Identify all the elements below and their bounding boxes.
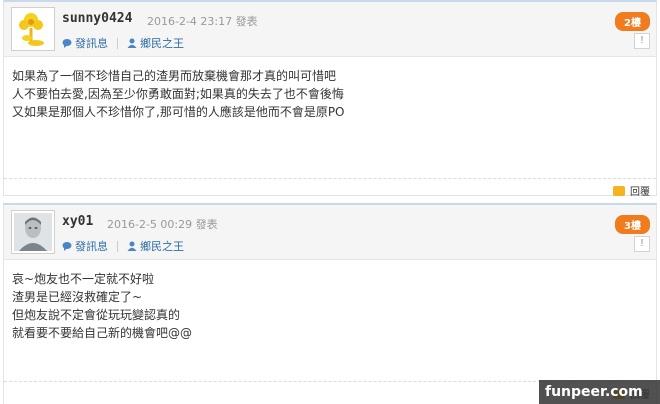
rank-link[interactable]: 鄉民之王 bbox=[127, 35, 184, 51]
send-message-link[interactable]: 發訊息 bbox=[62, 238, 108, 254]
post-date: 2016-2-4 23:17 發表 bbox=[147, 15, 258, 28]
reply-button[interactable]: 回覆 bbox=[613, 183, 650, 198]
content-line: 哀~炮友也不一定就不好啦 bbox=[12, 272, 155, 286]
reply-label: 回覆 bbox=[630, 187, 650, 198]
content-line: 人不要怕去愛,因為至少你勇敢面對;如果真的失去了也不會後悔 bbox=[12, 87, 344, 101]
rank-link[interactable]: 鄉民之王 bbox=[127, 238, 184, 254]
post-2: sunny0424 2016-2-4 23:17 發表 發訊息 鄉民之王 2樓 … bbox=[3, 0, 657, 198]
username[interactable]: sunny0424 bbox=[62, 11, 132, 26]
send-message-link[interactable]: 發訊息 bbox=[62, 35, 108, 51]
post-footer: 回覆 bbox=[4, 178, 656, 198]
yellow-flower-avatar-icon bbox=[14, 10, 52, 48]
watermark: funpeer.com bbox=[539, 380, 660, 404]
chat-bubble-icon bbox=[62, 242, 72, 251]
post-date: 2016-2-5 00:29 發表 bbox=[107, 218, 218, 231]
user-links: 發訊息 鄉民之王 bbox=[62, 35, 184, 51]
avatar[interactable] bbox=[11, 210, 55, 254]
content-line: 如果為了一個不珍惜自己的渣男而放棄機會那才真的叫可惜吧 bbox=[12, 69, 337, 83]
floor-badge: 3樓 bbox=[615, 215, 650, 234]
post-3: xy01 2016-2-5 00:29 發表 發訊息 鄉民之王 3樓 ! 哀~炮… bbox=[3, 203, 657, 404]
content-line: 就看要不要給自己新的機會吧@@ bbox=[12, 326, 193, 340]
rank-label: 鄉民之王 bbox=[140, 38, 184, 50]
report-button[interactable]: ! bbox=[634, 33, 650, 49]
send-message-label: 發訊息 bbox=[75, 241, 108, 253]
person-avatar-icon bbox=[14, 213, 52, 251]
post-content: 如果為了一個不珍惜自己的渣男而放棄機會那才真的叫可惜吧 人不要怕去愛,因為至少你… bbox=[12, 67, 345, 121]
divider bbox=[117, 37, 118, 49]
content-line: 又如果是那個人不珍惜你了,那可惜的人應該是他而不會是原PO bbox=[12, 105, 345, 119]
post-header: sunny0424 2016-2-4 23:17 發表 發訊息 鄉民之王 2樓 … bbox=[4, 2, 656, 57]
reply-icon bbox=[613, 185, 625, 196]
user-icon bbox=[127, 38, 137, 48]
divider bbox=[117, 240, 118, 252]
content-line: 渣男是已經沒救確定了~ bbox=[12, 290, 143, 304]
content-line: 但炮友說不定會從玩玩變認真的 bbox=[12, 308, 181, 322]
post-content: 哀~炮友也不一定就不好啦 渣男是已經沒救確定了~ 但炮友說不定會從玩玩變認真的 … bbox=[12, 270, 192, 342]
post-header: xy01 2016-2-5 00:29 發表 發訊息 鄉民之王 3樓 ! bbox=[4, 205, 656, 260]
user-icon bbox=[127, 241, 137, 251]
username[interactable]: xy01 bbox=[62, 214, 93, 229]
avatar[interactable] bbox=[11, 7, 55, 51]
rank-label: 鄉民之王 bbox=[140, 241, 184, 253]
user-links: 發訊息 鄉民之王 bbox=[62, 238, 184, 254]
send-message-label: 發訊息 bbox=[75, 38, 108, 50]
chat-bubble-icon bbox=[62, 39, 72, 48]
report-button[interactable]: ! bbox=[634, 236, 650, 252]
floor-badge: 2樓 bbox=[615, 12, 650, 31]
